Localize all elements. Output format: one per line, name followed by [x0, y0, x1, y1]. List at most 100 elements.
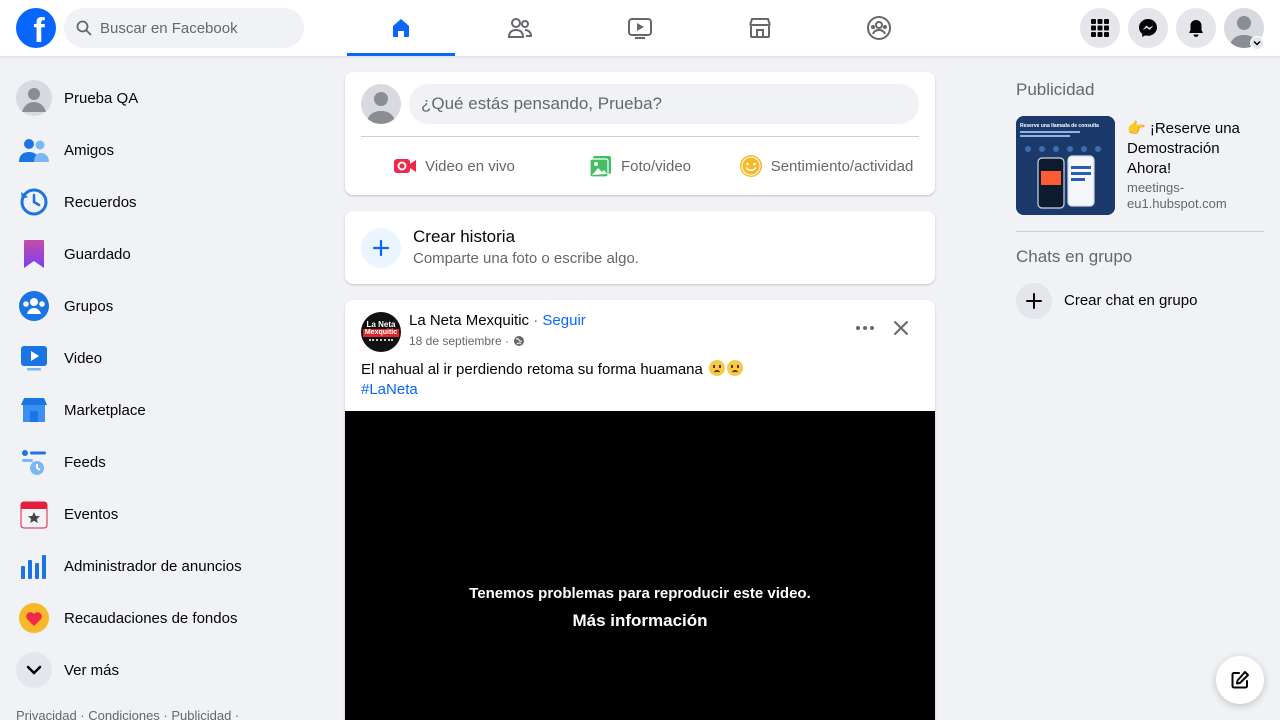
ads-heading: Publicidad [1016, 80, 1095, 99]
smile-icon [739, 155, 762, 177]
sidebar-item-label: Ver más [64, 661, 120, 679]
page-avatar[interactable]: La Neta Mexquitic [361, 312, 401, 352]
tab-home[interactable] [347, 0, 455, 56]
sidebar-item-friends[interactable]: Amigos [8, 124, 328, 176]
feed-post: La Neta Mexquitic La Neta Mexquitic · Se… [345, 300, 935, 720]
chevron-down-icon [1253, 40, 1261, 46]
sidebar-item-marketplace[interactable]: Marketplace [8, 384, 328, 436]
new-message-button[interactable] [1216, 656, 1264, 704]
post-hashtag[interactable]: #LaNeta [361, 381, 418, 398]
create-group-chat-button[interactable] [1016, 283, 1052, 319]
sidebar-item-video[interactable]: Video [8, 332, 328, 384]
friends-icon [16, 132, 52, 168]
tab-friends[interactable] [466, 0, 574, 56]
top-navigation-bar: f [0, 0, 1280, 56]
avatar[interactable] [361, 84, 401, 124]
sidebar-item-see-more[interactable]: Ver más [8, 644, 328, 696]
close-icon [894, 321, 908, 335]
profile-avatar [16, 80, 52, 116]
story-title: Crear historia [413, 227, 516, 246]
facebook-logo[interactable]: f [16, 8, 56, 48]
search-box[interactable] [64, 8, 304, 48]
user-avatar-icon [366, 92, 396, 124]
sidebar-item-label: Eventos [64, 505, 119, 523]
composer-input[interactable]: ¿Qué estás pensando, Prueba? [409, 84, 919, 124]
ad-url[interactable]: meetings-eu1.hubspot.com [1127, 180, 1257, 212]
video-icon [16, 340, 52, 376]
post-author[interactable]: La Neta Mexquitic [409, 312, 529, 329]
memories-icon [16, 184, 52, 220]
more-icon [856, 326, 874, 330]
tab-groups[interactable] [825, 0, 933, 56]
bell-icon [1189, 20, 1203, 37]
sidebar-item-label: Marketplace [64, 401, 146, 419]
plus-icon [361, 228, 401, 268]
marketplace-icon [749, 18, 771, 38]
sidebar-item-saved[interactable]: Guardado [8, 228, 328, 280]
left-sidebar: Prueba QA Amigos Recuerdos Guardado Grup… [8, 72, 328, 696]
tab-marketplace[interactable] [706, 0, 814, 56]
sidebar-item-ads-manager[interactable]: Administrador de anuncios [8, 540, 328, 592]
notifications-button[interactable] [1176, 8, 1216, 48]
post-date[interactable]: 18 de septiembre · [409, 334, 509, 348]
tab-watch[interactable] [586, 0, 694, 56]
separator: · [533, 312, 539, 329]
composer-actions: Video en vivo Foto/video Sentimiento/act… [361, 144, 919, 188]
live-video-button[interactable]: Video en vivo [361, 144, 547, 188]
sidebar-item-feeds[interactable]: Feeds [8, 436, 328, 488]
sidebar-item-label: Recaudaciones de fondos [64, 609, 238, 627]
menu-button[interactable] [1080, 8, 1120, 48]
photo-icon [589, 156, 611, 178]
fundraisers-icon [16, 600, 52, 636]
sidebar-item-fundraisers[interactable]: Recaudaciones de fondos [8, 592, 328, 644]
plus-icon [1026, 293, 1042, 309]
sidebar-item-events[interactable]: Eventos [8, 488, 328, 540]
chevron-down-icon [16, 652, 52, 688]
search-icon [76, 20, 92, 36]
home-icon [393, 19, 409, 37]
sidebar-item-label: Video [64, 349, 103, 367]
feeling-activity-button[interactable]: Sentimiento/actividad [733, 144, 919, 188]
sidebar-item-label: Grupos [64, 297, 114, 315]
divider [1016, 231, 1264, 232]
messenger-icon [1139, 19, 1157, 37]
grimace-emoji-icon [727, 360, 744, 376]
ad-image[interactable]: Reserve una llamada de consulta [1016, 116, 1115, 215]
groups-icon [867, 16, 891, 40]
hide-post-button[interactable] [887, 314, 915, 342]
follow-link[interactable]: Seguir [542, 312, 585, 329]
live-video-icon [394, 159, 417, 173]
sidebar-item-label: Administrador de anuncios [64, 557, 242, 575]
watch-icon [628, 18, 652, 39]
ad-title[interactable]: 👉 ¡Reserve una Demostración Ahora! [1127, 119, 1257, 179]
more-options-button[interactable] [851, 314, 879, 342]
story-subtitle: Comparte una foto o escribe algo. [413, 250, 639, 267]
sidebar-item-groups[interactable]: Grupos [8, 280, 328, 332]
events-icon [16, 496, 52, 532]
sidebar-item-label: Recuerdos [64, 193, 137, 211]
friends-icon [507, 18, 533, 38]
feeds-icon [16, 444, 52, 480]
video-more-info-link[interactable]: Más información [345, 611, 935, 631]
grid-menu-icon [1091, 19, 1109, 37]
messenger-button[interactable] [1128, 8, 1168, 48]
sidebar-item-memories[interactable]: Recuerdos [8, 176, 328, 228]
post-meta: 18 de septiembre · [409, 334, 525, 348]
create-story-card[interactable]: Crear historia Comparte una foto o escri… [345, 211, 935, 284]
sidebar-item-label: Amigos [64, 141, 115, 159]
account-menu-chevron[interactable] [1250, 36, 1264, 50]
sad-face-emoji-icon [709, 360, 726, 376]
sidebar-item-label: Feeds [64, 453, 106, 471]
create-group-chat-label[interactable]: Crear chat en grupo [1064, 292, 1197, 309]
groups-icon [16, 288, 52, 324]
photo-video-button[interactable]: Foto/video [547, 144, 733, 188]
see-more-circle [16, 652, 52, 688]
ad-image-caption: Reserve una llamada de consulta [1020, 123, 1099, 129]
post-author-line: La Neta Mexquitic · Seguir [409, 312, 586, 329]
search-input[interactable] [100, 19, 290, 37]
sidebar-item-profile[interactable]: Prueba QA [8, 72, 328, 124]
video-player[interactable]: Tenemos problemas para reproducir este v… [345, 411, 935, 720]
sidebar-item-label: Guardado [64, 245, 131, 263]
post-composer: ¿Qué estás pensando, Prueba? Video en vi… [345, 72, 935, 195]
footer-links[interactable]: Privacidad · Condiciones · Publicidad · [16, 708, 239, 720]
